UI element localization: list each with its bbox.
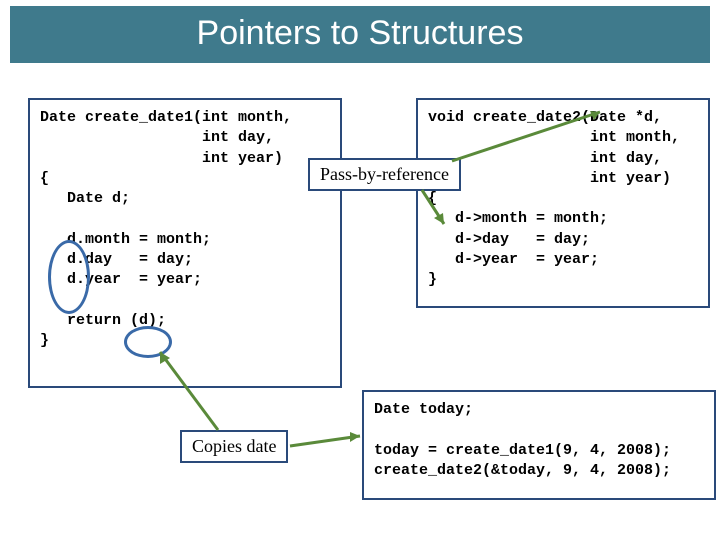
label-copies-date: Copies date [180, 430, 288, 463]
code-right-bottom: Date today; today = create_date1(9, 4, 2… [362, 390, 716, 500]
ellipse-return-d [124, 326, 172, 358]
code-right-top: void create_date2(Date *d, int month, in… [416, 98, 710, 308]
ellipse-dot-notation [48, 240, 90, 314]
label-pass-by-reference: Pass-by-reference [308, 158, 461, 191]
slide-title: Pointers to Structures [10, 6, 710, 63]
